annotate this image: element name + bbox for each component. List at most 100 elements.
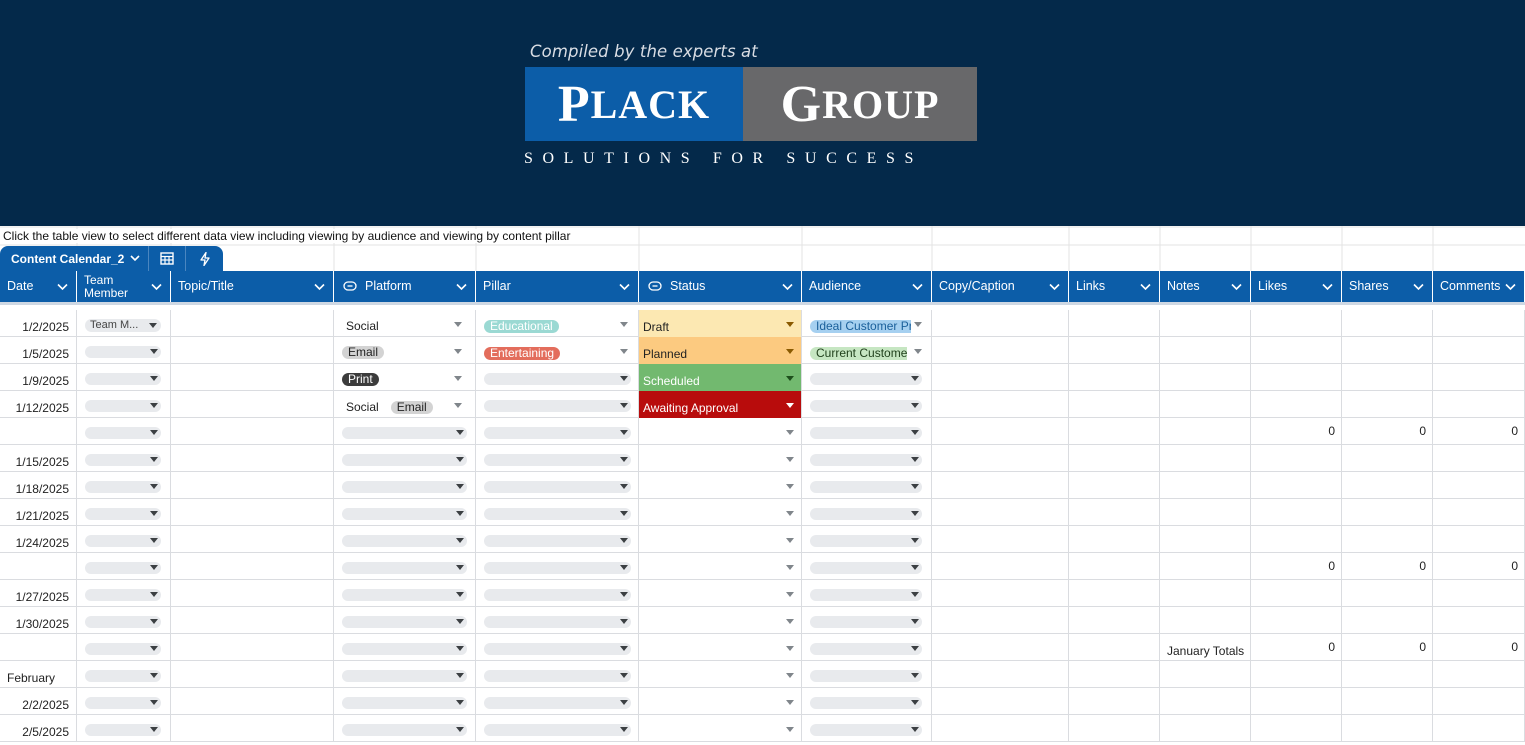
team-member-cell[interactable] bbox=[77, 688, 171, 715]
pillar-cell[interactable] bbox=[476, 553, 639, 580]
topic-cell[interactable] bbox=[171, 337, 334, 364]
chevron-down-icon[interactable] bbox=[1505, 280, 1516, 294]
date-cell[interactable]: 1/18/2025 bbox=[0, 472, 77, 499]
pillar-cell[interactable] bbox=[476, 391, 639, 418]
date-cell[interactable] bbox=[0, 418, 77, 445]
date-cell[interactable]: 2/2/2025 bbox=[0, 688, 77, 715]
comments-cell[interactable] bbox=[1433, 688, 1525, 715]
status-cell[interactable]: Awaiting Approval bbox=[639, 391, 802, 418]
platform-cell[interactable] bbox=[334, 445, 476, 472]
column-header-shares[interactable]: Shares bbox=[1342, 271, 1433, 302]
date-cell[interactable] bbox=[0, 634, 77, 661]
audience-dropdown[interactable] bbox=[810, 373, 922, 385]
chevron-down-icon[interactable] bbox=[619, 280, 630, 294]
pillar-dropdown[interactable] bbox=[484, 508, 631, 520]
date-cell[interactable] bbox=[0, 553, 77, 580]
comments-cell[interactable]: 0 bbox=[1433, 634, 1525, 661]
team-member-dropdown[interactable] bbox=[85, 670, 161, 682]
topic-cell[interactable] bbox=[171, 634, 334, 661]
platform-dropdown[interactable] bbox=[342, 616, 467, 628]
platform-cell[interactable]: Social bbox=[334, 310, 476, 337]
audience-cell[interactable] bbox=[802, 607, 932, 634]
copy-caption-cell[interactable] bbox=[932, 472, 1069, 499]
audience-cell[interactable] bbox=[802, 499, 932, 526]
links-cell[interactable] bbox=[1069, 337, 1160, 364]
likes-cell[interactable]: 0 bbox=[1251, 553, 1342, 580]
topic-cell[interactable] bbox=[171, 418, 334, 445]
notes-cell[interactable] bbox=[1160, 661, 1251, 688]
status-dropdown-arrow-icon[interactable] bbox=[786, 376, 794, 381]
status-cell[interactable] bbox=[639, 526, 802, 553]
team-member-cell[interactable] bbox=[77, 634, 171, 661]
platform-dropdown[interactable] bbox=[342, 643, 467, 655]
likes-cell[interactable] bbox=[1251, 526, 1342, 553]
status-dropdown-arrow-icon[interactable] bbox=[786, 457, 794, 462]
status-cell[interactable] bbox=[639, 688, 802, 715]
status-cell[interactable] bbox=[639, 418, 802, 445]
likes-cell[interactable] bbox=[1251, 391, 1342, 418]
copy-caption-cell[interactable] bbox=[932, 688, 1069, 715]
team-member-dropdown[interactable] bbox=[85, 508, 161, 520]
shares-cell[interactable] bbox=[1342, 391, 1433, 418]
links-cell[interactable] bbox=[1069, 580, 1160, 607]
copy-caption-cell[interactable] bbox=[932, 391, 1069, 418]
platform-cell[interactable] bbox=[334, 526, 476, 553]
pillar-cell[interactable]: Educational bbox=[476, 310, 639, 337]
chevron-down-icon[interactable] bbox=[1231, 280, 1242, 294]
status-cell[interactable] bbox=[639, 472, 802, 499]
audience-dropdown[interactable] bbox=[810, 454, 922, 466]
likes-cell[interactable] bbox=[1251, 499, 1342, 526]
status-cell[interactable] bbox=[639, 607, 802, 634]
comments-cell[interactable] bbox=[1433, 310, 1525, 337]
status-dropdown-arrow-icon[interactable] bbox=[786, 484, 794, 489]
pillar-cell[interactable] bbox=[476, 418, 639, 445]
copy-caption-cell[interactable] bbox=[932, 418, 1069, 445]
copy-caption-cell[interactable] bbox=[932, 364, 1069, 391]
status-dropdown-arrow-icon[interactable] bbox=[786, 619, 794, 624]
status-dropdown-arrow-icon[interactable] bbox=[786, 349, 794, 354]
audience-cell[interactable] bbox=[802, 445, 932, 472]
column-header-comments[interactable]: Comments bbox=[1433, 271, 1525, 302]
notes-cell[interactable] bbox=[1160, 580, 1251, 607]
links-cell[interactable] bbox=[1069, 364, 1160, 391]
column-header-platform[interactable]: Platform bbox=[334, 271, 476, 302]
audience-cell[interactable] bbox=[802, 526, 932, 553]
platform-dropdown-arrow-icon[interactable] bbox=[454, 376, 462, 381]
table-icon[interactable] bbox=[149, 246, 187, 271]
shares-cell[interactable] bbox=[1342, 337, 1433, 364]
shares-cell[interactable] bbox=[1342, 688, 1433, 715]
platform-dropdown-arrow-icon[interactable] bbox=[454, 349, 462, 354]
links-cell[interactable] bbox=[1069, 553, 1160, 580]
chevron-down-icon[interactable] bbox=[57, 280, 68, 294]
pillar-dropdown[interactable] bbox=[484, 535, 631, 547]
team-member-dropdown[interactable] bbox=[85, 400, 161, 412]
links-cell[interactable] bbox=[1069, 715, 1160, 742]
platform-dropdown[interactable] bbox=[342, 562, 467, 574]
status-dropdown-arrow-icon[interactable] bbox=[786, 538, 794, 543]
pillar-cell[interactable] bbox=[476, 715, 639, 742]
audience-dropdown-arrow-icon[interactable] bbox=[914, 322, 922, 327]
column-header-likes[interactable]: Likes bbox=[1251, 271, 1342, 302]
status-dropdown-arrow-icon[interactable] bbox=[786, 700, 794, 705]
chevron-down-icon[interactable] bbox=[456, 280, 467, 294]
shares-cell[interactable] bbox=[1342, 445, 1433, 472]
column-header-notes[interactable]: Notes bbox=[1160, 271, 1251, 302]
shares-cell[interactable] bbox=[1342, 310, 1433, 337]
team-member-cell[interactable] bbox=[77, 715, 171, 742]
notes-cell[interactable] bbox=[1160, 499, 1251, 526]
chevron-down-icon[interactable] bbox=[1322, 280, 1333, 294]
comments-cell[interactable] bbox=[1433, 391, 1525, 418]
shares-cell[interactable] bbox=[1342, 364, 1433, 391]
pillar-cell[interactable] bbox=[476, 607, 639, 634]
platform-dropdown-arrow-icon[interactable] bbox=[454, 322, 462, 327]
audience-cell[interactable] bbox=[802, 553, 932, 580]
column-header-team-member[interactable]: Team Member bbox=[77, 271, 171, 302]
pillar-dropdown-arrow-icon[interactable] bbox=[620, 349, 628, 354]
topic-cell[interactable] bbox=[171, 715, 334, 742]
pillar-cell[interactable] bbox=[476, 661, 639, 688]
status-cell[interactable] bbox=[639, 499, 802, 526]
team-member-cell[interactable] bbox=[77, 526, 171, 553]
pillar-cell[interactable] bbox=[476, 688, 639, 715]
links-cell[interactable] bbox=[1069, 391, 1160, 418]
copy-caption-cell[interactable] bbox=[932, 445, 1069, 472]
